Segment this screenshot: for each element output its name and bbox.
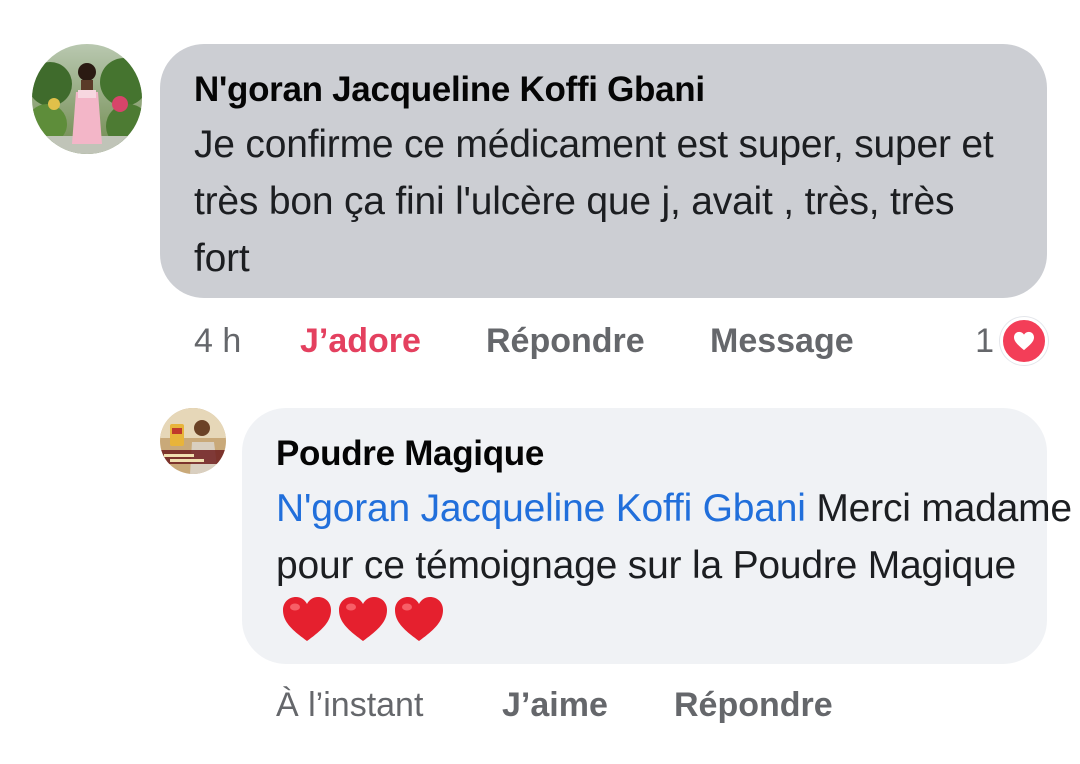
message-button[interactable]: Message — [710, 316, 854, 366]
reaction-count: 1 — [975, 321, 994, 360]
red-heart-emoji — [339, 597, 387, 641]
page-avatar[interactable] — [160, 408, 226, 474]
comment-bubble: N'goran Jacqueline Koffi Gbani Je confir… — [160, 44, 1047, 298]
love-reaction-button[interactable]: J’adore — [300, 316, 421, 366]
reply-author-name[interactable]: Poudre Magique — [276, 434, 1017, 474]
comment-text: Je confirme ce médicament est super, sup… — [194, 123, 994, 280]
reply-bubble: Poudre Magique N'goran Jacqueline Koffi … — [242, 408, 1072, 664]
red-heart-emoji — [395, 597, 443, 641]
heart-reaction-icon — [1000, 317, 1048, 365]
like-button[interactable]: J’aime — [502, 680, 608, 730]
commenter-avatar[interactable] — [32, 44, 142, 154]
comment-author-name[interactable]: N'goran Jacqueline Koffi Gbani — [194, 70, 1017, 110]
comment-timestamp[interactable]: 4 h — [194, 316, 241, 366]
reply-text: N'goran Jacqueline Koffi Gbani Merci mad… — [276, 480, 1076, 654]
comment-actions: 4 h J’adore Répondre Message 1 — [194, 316, 1054, 366]
reply-actions: À l’instant J’aime Répondre — [276, 680, 976, 730]
reply-button[interactable]: Répondre — [486, 316, 645, 366]
reply-reply-button[interactable]: Répondre — [674, 680, 833, 730]
comment-thread: N'goran Jacqueline Koffi Gbani Je confir… — [0, 0, 1080, 764]
avatar-logo — [160, 408, 226, 474]
red-heart-emoji — [283, 597, 331, 641]
reply-timestamp[interactable]: À l’instant — [276, 680, 423, 730]
avatar-photo — [32, 44, 142, 154]
heart-emojis — [280, 594, 448, 644]
mention-link[interactable]: N'goran Jacqueline Koffi Gbani — [276, 487, 806, 530]
reaction-summary[interactable]: 1 — [975, 316, 1048, 366]
